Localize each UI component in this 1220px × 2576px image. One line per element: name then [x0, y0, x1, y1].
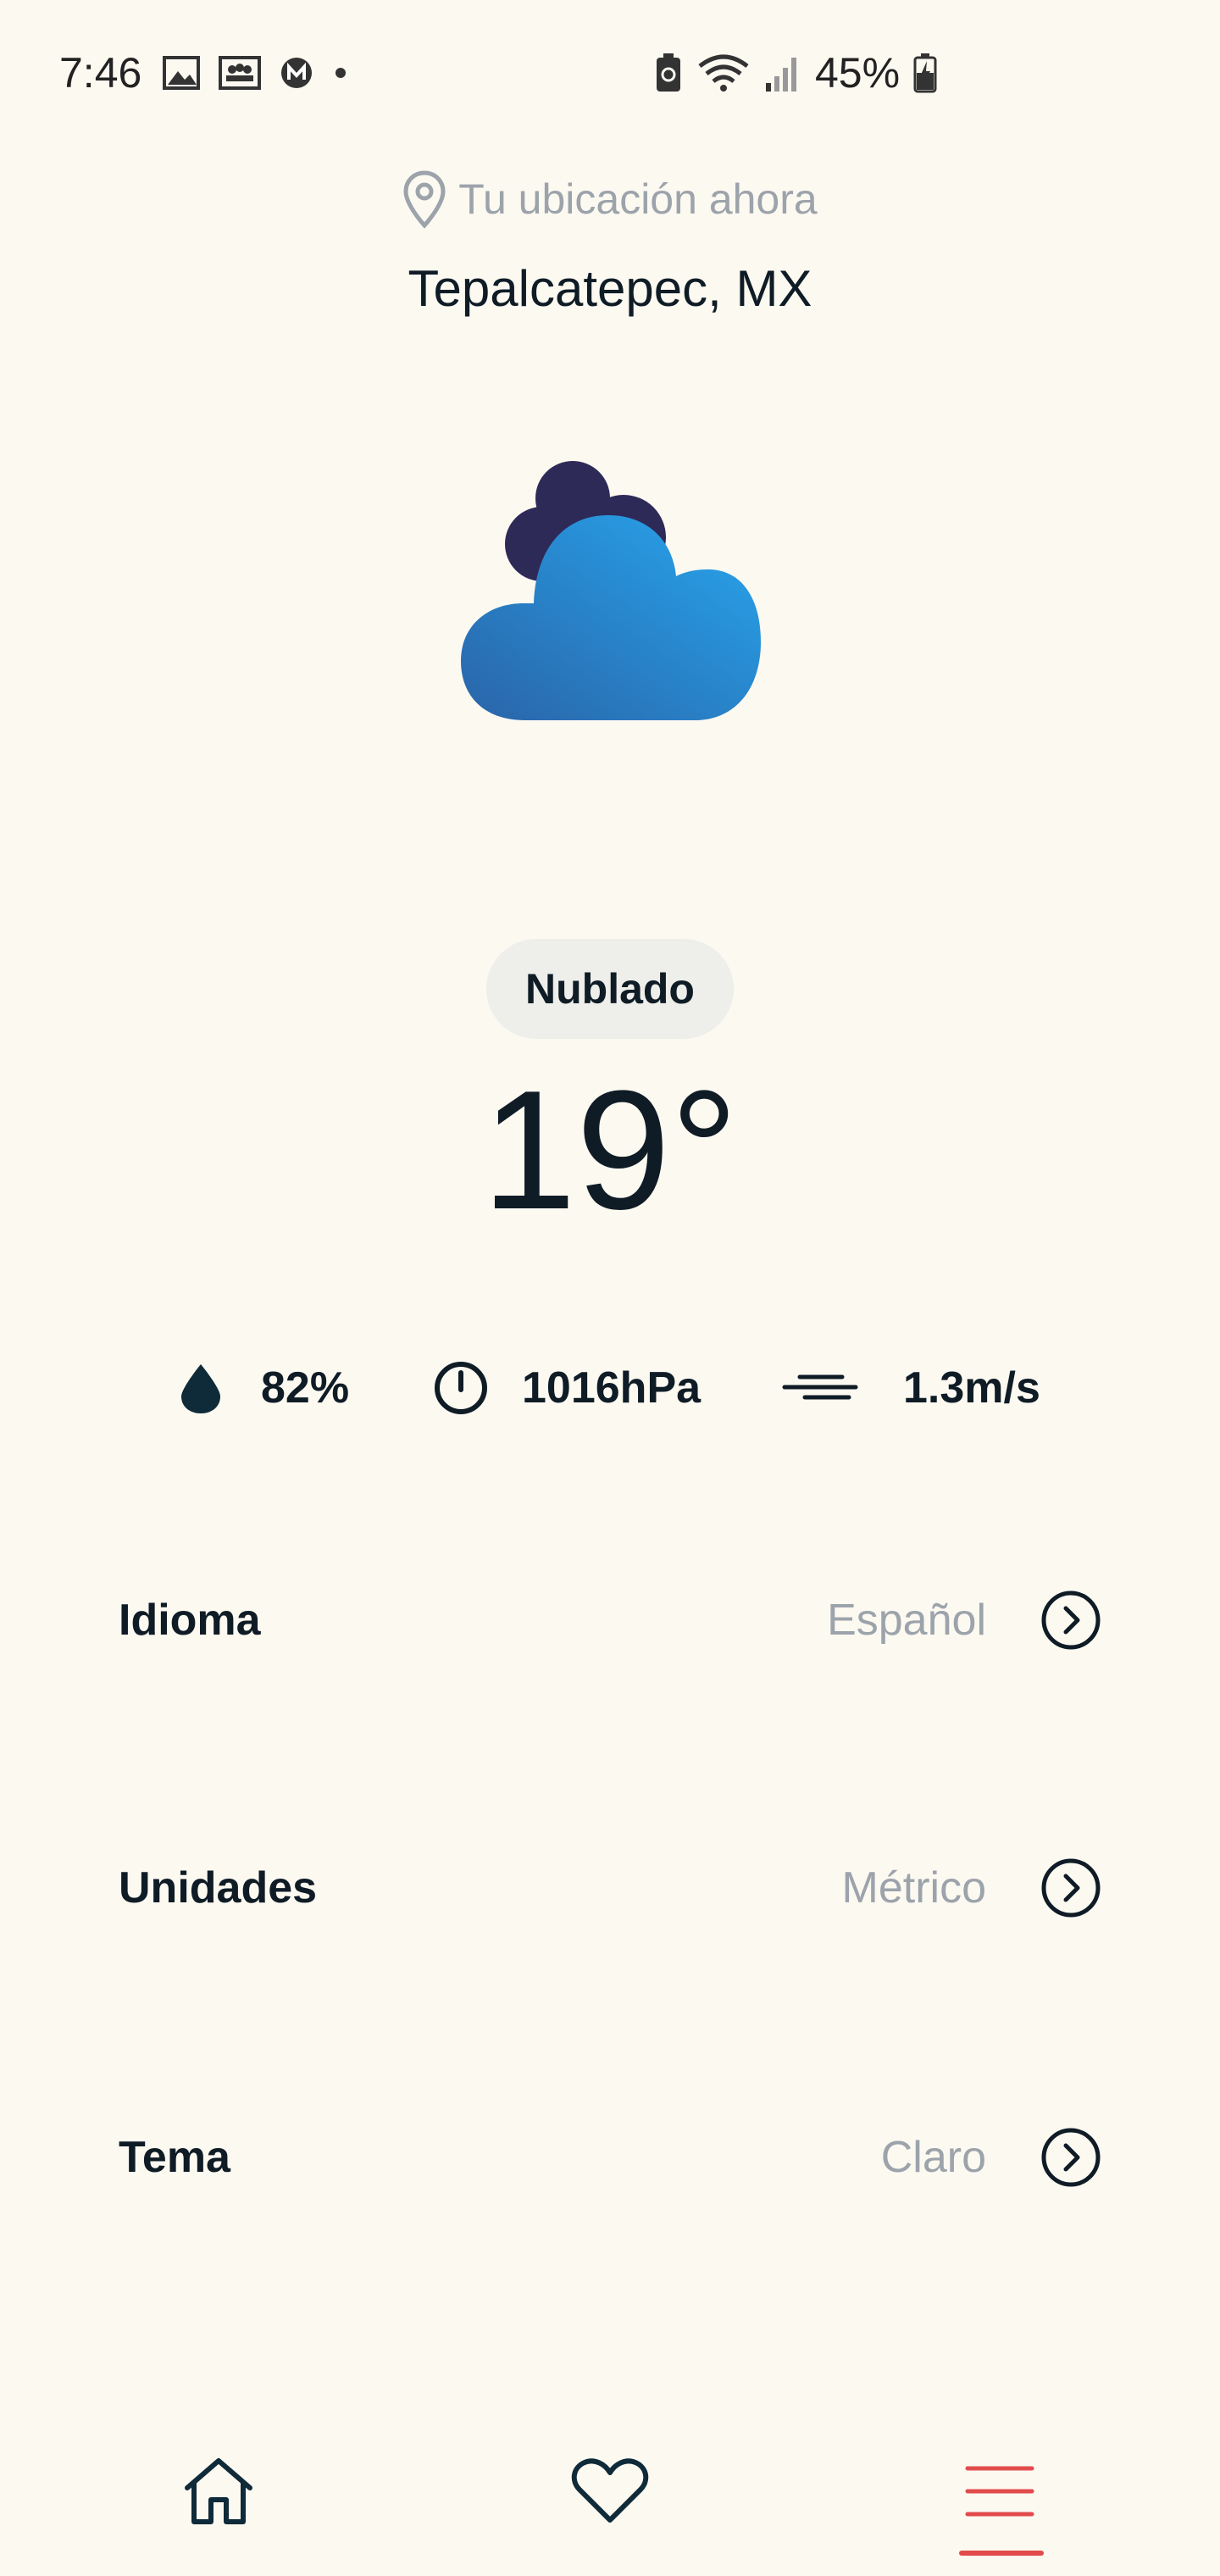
heart-icon[interactable] [571, 2457, 649, 2525]
weather-stats: 82% 1016hPa 1.3m/s [0, 1346, 1220, 1430]
home-icon[interactable] [180, 2456, 257, 2527]
setting-theme-value: Claro [880, 2133, 986, 2182]
humidity-value: 82% [261, 1363, 350, 1413]
m-app-icon [281, 58, 312, 88]
battery-percent: 45% [815, 49, 901, 97]
nav-menu[interactable] [949, 2440, 1051, 2542]
wifi-icon [698, 54, 749, 92]
nav-active-indicator [959, 2551, 1044, 2556]
bottom-nav [0, 2440, 1220, 2576]
location-hint: Tu ubicación ahora [0, 169, 1220, 229]
wind-stat: 1.3m/s [779, 1346, 1040, 1430]
weather-settings-screen: 7:46 45% Tu ubicación ahora Tepalcatepec… [0, 0, 1220, 2576]
setting-language[interactable]: Idioma Español [119, 1578, 1101, 1663]
setting-units-value: Métrico [841, 1863, 986, 1913]
dot-icon [336, 68, 346, 78]
gallery-icon [163, 56, 200, 90]
signal-icon [766, 58, 796, 92]
gauge-icon [435, 1362, 487, 1414]
status-time: 7:46 [59, 49, 142, 97]
chevron-right-circle-icon[interactable] [1040, 1857, 1101, 1918]
group-icon [219, 56, 261, 90]
temperature: 19° [481, 1056, 739, 1245]
nav-home[interactable] [168, 2440, 269, 2542]
setting-theme-label: Tema [119, 2133, 230, 2182]
condition-badge: Nublado [486, 939, 734, 1039]
battery-saver-icon [657, 53, 680, 92]
setting-language-label: Idioma [119, 1596, 261, 1645]
location-pin-icon [403, 170, 446, 229]
wind-value: 1.3m/s [903, 1363, 1040, 1413]
wind-icon [782, 1374, 858, 1400]
location-hint-text: Tu ubicación ahora [458, 175, 818, 223]
chevron-right-circle-icon[interactable] [1040, 2127, 1101, 2188]
city-name: Tepalcatepec, MX [408, 260, 812, 317]
chevron-right-circle-icon[interactable] [1040, 1590, 1101, 1651]
humidity-stat: 82% [178, 1346, 349, 1430]
menu-icon[interactable] [964, 2462, 1035, 2521]
setting-language-value: Español [827, 1596, 986, 1645]
pressure-value: 1016hPa [522, 1363, 702, 1413]
setting-units-label: Unidades [119, 1863, 318, 1913]
cloudy-icon [461, 461, 761, 720]
water-drop-icon [181, 1364, 220, 1413]
battery-charging-icon [913, 53, 937, 93]
nav-favorites[interactable] [559, 2440, 661, 2542]
setting-units[interactable]: Unidades Métrico [119, 1846, 1101, 1930]
setting-theme[interactable]: Tema Claro [119, 2115, 1101, 2200]
status-bar: 7:46 45% [0, 47, 1220, 98]
pressure-stat: 1016hPa [432, 1346, 701, 1430]
